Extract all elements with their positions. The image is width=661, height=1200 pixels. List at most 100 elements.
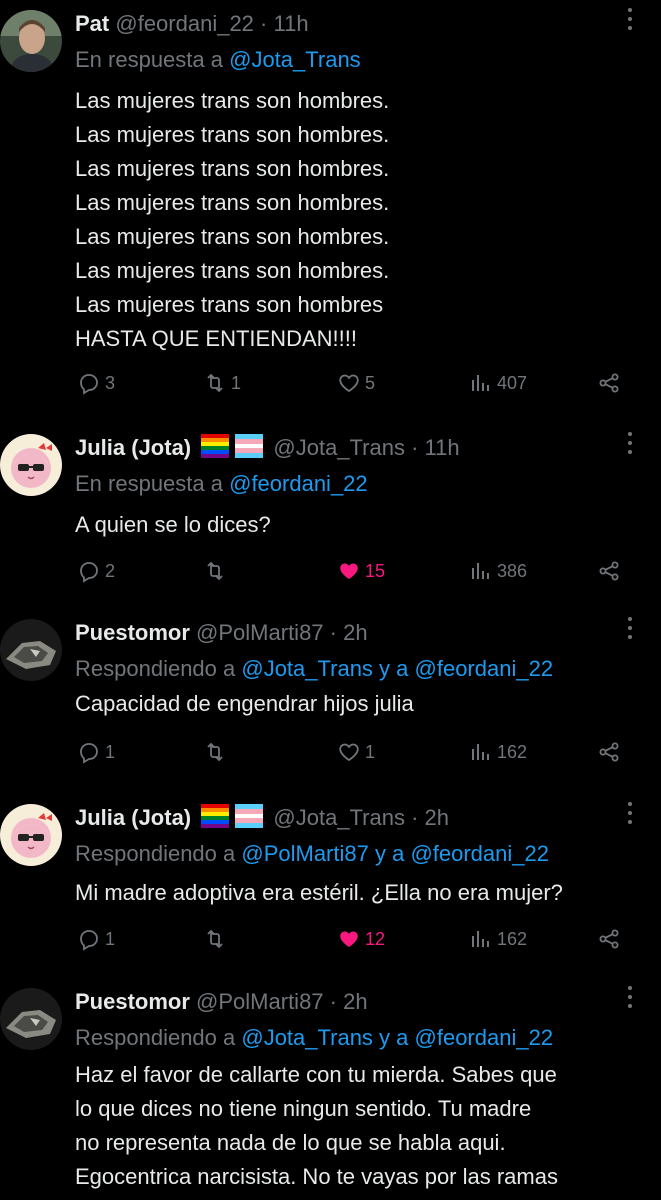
reply-button[interactable]: 3 xyxy=(77,368,115,398)
author-handle[interactable]: @feordani_22 xyxy=(115,11,254,36)
retweet-button[interactable] xyxy=(203,924,231,954)
views-button[interactable]: 162 xyxy=(469,924,527,954)
avatar-puestomor[interactable] xyxy=(0,619,62,681)
retweet-button[interactable]: 1 xyxy=(203,368,241,398)
author-name[interactable]: Puestomor xyxy=(75,989,190,1014)
reply-joiner: y a xyxy=(372,1025,415,1050)
tweet-text: Mi madre adoptiva era estéril. ¿Ella no … xyxy=(75,876,563,910)
action-bar: 1 12 162 xyxy=(75,924,635,954)
tweet-text-line: Las mujeres trans son hombres. xyxy=(75,258,390,283)
tweet-text-line: Egocentrica narcisista. No te vayas por … xyxy=(75,1164,558,1189)
avatar-pat[interactable] xyxy=(0,10,62,72)
reply-mention-first[interactable]: @Jota_Trans xyxy=(241,1025,373,1050)
view-count: 407 xyxy=(497,372,528,393)
reply-icon xyxy=(80,743,98,764)
avatar-julia[interactable] xyxy=(0,434,62,496)
retweet-icon xyxy=(207,929,223,949)
tweet-text-line: Las mujeres trans son hombres. xyxy=(75,224,390,249)
author-handle[interactable]: @PolMarti87 xyxy=(196,989,324,1014)
avatar-julia[interactable] xyxy=(0,804,62,866)
reply-icon xyxy=(80,562,98,583)
author-name[interactable]: Julia (Jota) xyxy=(75,435,191,460)
views-button[interactable]: 386 xyxy=(469,556,527,586)
retweet-button[interactable] xyxy=(203,737,231,767)
tweet-text-line: Haz el favor de callarte con tu mierda. … xyxy=(75,1062,557,1087)
pride-flag-icon xyxy=(201,804,264,828)
reply-prefix: Respondiendo a xyxy=(75,841,242,866)
tweet-time[interactable]: 2h xyxy=(343,620,367,645)
author-name[interactable]: Julia (Jota) xyxy=(75,805,191,830)
tweet-time[interactable]: 2h xyxy=(425,805,449,830)
views-icon xyxy=(472,563,489,579)
author-handle[interactable]: @Jota_Trans xyxy=(273,435,405,460)
heart-icon xyxy=(339,743,359,762)
reply-prefix: En respuesta a xyxy=(75,471,230,496)
views-button[interactable]: 162 xyxy=(469,737,527,767)
reply-context: Respondiendo a @PolMarti87 y a @feordani… xyxy=(75,840,549,868)
view-count: 162 xyxy=(497,741,528,762)
pride-flag-icon xyxy=(201,434,264,458)
views-icon xyxy=(472,931,489,947)
tweet-text: Capacidad de engendrar hijos julia xyxy=(75,687,414,721)
reply-mention[interactable]: @Jota_Trans y a @feordani_22 xyxy=(241,656,553,681)
reply-mention-first[interactable]: @PolMarti87 xyxy=(241,841,369,866)
tweet-text-line: HASTA QUE ENTIENDAN!!!! xyxy=(75,326,357,351)
reply-button[interactable]: 2 xyxy=(77,556,115,586)
tweet-time[interactable]: 2h xyxy=(343,989,367,1014)
retweet-icon xyxy=(207,373,223,393)
reply-mention-second[interactable]: @feordani_22 xyxy=(415,656,554,681)
share-button[interactable] xyxy=(597,737,621,767)
share-icon xyxy=(599,373,619,393)
tweet-text-line: Las mujeres trans son hombres. xyxy=(75,122,390,147)
reply-context: Respondiendo a @Jota_Trans y a @feordani… xyxy=(75,655,553,683)
action-bar: 2 15 386 xyxy=(75,556,635,586)
view-count: 162 xyxy=(497,928,528,949)
reply-mention-second[interactable]: @feordani_22 xyxy=(415,1025,554,1050)
views-button[interactable]: 407 xyxy=(469,368,527,398)
reply-count: 2 xyxy=(105,560,116,581)
share-icon xyxy=(599,742,619,762)
retweet-button[interactable] xyxy=(203,556,231,586)
more-icon[interactable] xyxy=(627,802,633,828)
author-handle[interactable]: @Jota_Trans xyxy=(273,805,405,830)
like-button[interactable]: 1 xyxy=(337,737,375,767)
views-icon xyxy=(472,744,489,760)
like-count: 1 xyxy=(365,741,376,762)
more-icon[interactable] xyxy=(627,432,633,458)
heart-icon xyxy=(340,563,358,579)
author-handle[interactable]: @PolMarti87 xyxy=(196,620,324,645)
tweet-text-line: no representa nada de lo que se habla aq… xyxy=(75,1130,506,1155)
reply-mention-second[interactable]: @feordani_22 xyxy=(410,841,549,866)
tweet-text: Las mujeres trans son hombres. Las mujer… xyxy=(75,84,389,356)
tweet-time[interactable]: 11h xyxy=(425,435,460,460)
more-icon[interactable] xyxy=(627,8,633,34)
tweet-time[interactable]: 11h xyxy=(274,11,309,36)
reply-button[interactable]: 1 xyxy=(77,924,115,954)
separator-dot: · xyxy=(260,11,268,36)
author-name[interactable]: Pat xyxy=(75,11,109,36)
author-name[interactable]: Puestomor xyxy=(75,620,190,645)
reply-mention-first[interactable]: @Jota_Trans xyxy=(241,656,373,681)
like-button[interactable]: 12 xyxy=(337,924,385,954)
reply-context: En respuesta a @Jota_Trans xyxy=(75,46,361,74)
like-count: 12 xyxy=(365,928,386,949)
like-button[interactable]: 5 xyxy=(337,368,375,398)
more-icon[interactable] xyxy=(627,986,633,1012)
reply-mention[interactable]: @PolMarti87 y a @feordani_22 xyxy=(241,841,549,866)
tweet-text-line: Las mujeres trans son hombres. xyxy=(75,190,390,215)
tweet-text-line: Las mujeres trans son hombres. xyxy=(75,88,390,113)
reply-mention[interactable]: @Jota_Trans xyxy=(229,47,361,72)
reply-mention[interactable]: @Jota_Trans y a @feordani_22 xyxy=(241,1025,553,1050)
views-icon xyxy=(472,375,489,391)
more-icon[interactable] xyxy=(627,617,633,643)
avatar-puestomor[interactable] xyxy=(0,988,62,1050)
reply-count: 1 xyxy=(105,928,116,949)
reply-joiner: y a xyxy=(368,841,411,866)
reply-mention[interactable]: @feordani_22 xyxy=(229,471,368,496)
separator-dot: · xyxy=(411,805,419,830)
like-button[interactable]: 15 xyxy=(337,556,385,586)
share-button[interactable] xyxy=(597,556,621,586)
reply-button[interactable]: 1 xyxy=(77,737,115,767)
share-button[interactable] xyxy=(597,368,621,398)
share-button[interactable] xyxy=(597,924,621,954)
